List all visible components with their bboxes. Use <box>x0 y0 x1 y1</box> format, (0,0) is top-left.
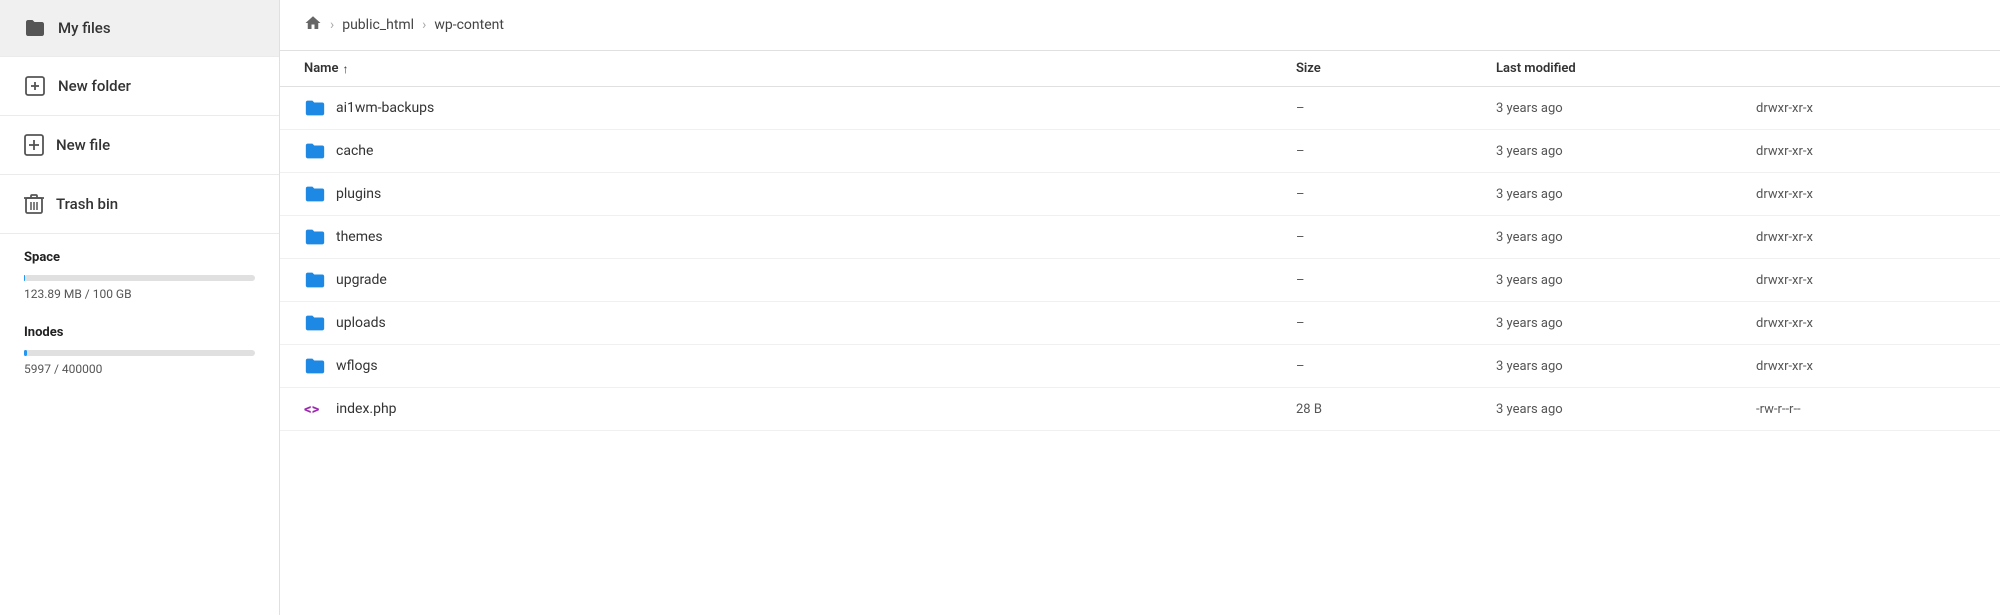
file-name-cell: <> index.php <box>304 398 1296 420</box>
sidebar-item-new-folder[interactable]: New folder <box>0 57 279 116</box>
file-table: Name ↑ Size Last modified ai1wm-backups … <box>280 51 2000 615</box>
breadcrumb-wp-content[interactable]: wp-content <box>434 17 504 33</box>
space-progress-bg <box>24 275 255 281</box>
file-name: index.php <box>336 401 397 417</box>
file-size: – <box>1296 359 1496 374</box>
file-name: themes <box>336 229 383 245</box>
file-size: – <box>1296 273 1496 288</box>
file-size: – <box>1296 187 1496 202</box>
space-label: Space <box>24 250 255 265</box>
file-size: 28 B <box>1296 402 1496 417</box>
sidebar-item-new-file-label: New file <box>56 136 110 154</box>
file-name: cache <box>336 143 373 159</box>
main-content: › public_html › wp-content Name ↑ Size L… <box>280 0 2000 615</box>
space-used-text: 123.89 MB / 100 GB <box>24 287 255 301</box>
col-header-name[interactable]: Name ↑ <box>304 61 1296 76</box>
file-name: wflogs <box>336 358 378 374</box>
file-name: upgrade <box>336 272 387 288</box>
file-perms: drwxr-xr-x <box>1756 187 1976 202</box>
sidebar-item-my-files[interactable]: My files <box>0 0 279 57</box>
file-name-cell: upgrade <box>304 269 1296 291</box>
breadcrumb-sep-1: › <box>330 17 334 33</box>
file-name: ai1wm-backups <box>336 100 434 116</box>
folder-icon <box>304 269 326 291</box>
file-perms: drwxr-xr-x <box>1756 359 1976 374</box>
inodes-label: Inodes <box>24 325 255 340</box>
table-body: ai1wm-backups – 3 years ago drwxr-xr-x c… <box>280 87 2000 431</box>
folder-icon <box>304 312 326 334</box>
file-name-cell: themes <box>304 226 1296 248</box>
file-name-cell: uploads <box>304 312 1296 334</box>
new-folder-icon <box>24 75 46 97</box>
file-modified: 3 years ago <box>1496 187 1756 202</box>
trash-icon <box>24 193 44 215</box>
file-perms: drwxr-xr-x <box>1756 273 1976 288</box>
file-perms: drwxr-xr-x <box>1756 230 1976 245</box>
table-row[interactable]: themes – 3 years ago drwxr-xr-x <box>280 216 2000 259</box>
file-perms: drwxr-xr-x <box>1756 144 1976 159</box>
new-file-icon <box>24 134 44 156</box>
col-header-modified[interactable]: Last modified <box>1496 61 1756 76</box>
table-row[interactable]: uploads – 3 years ago drwxr-xr-x <box>280 302 2000 345</box>
table-row[interactable]: plugins – 3 years ago drwxr-xr-x <box>280 173 2000 216</box>
sidebar-item-my-files-label: My files <box>58 19 111 37</box>
table-row[interactable]: <> index.php 28 B 3 years ago -rw-r--r-- <box>280 388 2000 431</box>
file-name-cell: wflogs <box>304 355 1296 377</box>
col-header-perms <box>1756 61 1976 76</box>
file-name-cell: cache <box>304 140 1296 162</box>
file-perms: -rw-r--r-- <box>1756 402 1976 417</box>
file-size: – <box>1296 101 1496 116</box>
file-size: – <box>1296 316 1496 331</box>
folder-icon <box>304 226 326 248</box>
sidebar-item-trash-bin[interactable]: Trash bin <box>0 175 279 234</box>
col-header-size[interactable]: Size <box>1296 61 1496 76</box>
breadcrumb-sep-2: › <box>422 17 426 33</box>
inodes-used-text: 5997 / 400000 <box>24 362 255 376</box>
file-size: – <box>1296 230 1496 245</box>
table-row[interactable]: ai1wm-backups – 3 years ago drwxr-xr-x <box>280 87 2000 130</box>
sidebar-item-trash-bin-label: Trash bin <box>56 195 118 213</box>
breadcrumb: › public_html › wp-content <box>280 0 2000 51</box>
file-size: – <box>1296 144 1496 159</box>
folder-icon <box>304 97 326 119</box>
file-name: uploads <box>336 315 386 331</box>
file-modified: 3 years ago <box>1496 359 1756 374</box>
folder-icon <box>304 183 326 205</box>
file-modified: 3 years ago <box>1496 144 1756 159</box>
file-perms: drwxr-xr-x <box>1756 101 1976 116</box>
table-row[interactable]: wflogs – 3 years ago drwxr-xr-x <box>280 345 2000 388</box>
sort-arrow-icon: ↑ <box>342 62 348 76</box>
folder-icon <box>304 355 326 377</box>
folder-icon <box>24 18 46 38</box>
inodes-section: Inodes 5997 / 400000 <box>0 309 279 384</box>
file-modified: 3 years ago <box>1496 230 1756 245</box>
inodes-progress-fill <box>24 350 27 356</box>
home-icon[interactable] <box>304 14 322 36</box>
space-section: Space 123.89 MB / 100 GB <box>0 234 279 309</box>
table-header: Name ↑ Size Last modified <box>280 51 2000 87</box>
file-modified: 3 years ago <box>1496 101 1756 116</box>
breadcrumb-public-html[interactable]: public_html <box>342 17 414 33</box>
table-row[interactable]: upgrade – 3 years ago drwxr-xr-x <box>280 259 2000 302</box>
folder-icon <box>304 140 326 162</box>
file-modified: 3 years ago <box>1496 316 1756 331</box>
sidebar: My files New folder New file <box>0 0 280 615</box>
file-perms: drwxr-xr-x <box>1756 316 1976 331</box>
file-name-cell: plugins <box>304 183 1296 205</box>
file-name-cell: ai1wm-backups <box>304 97 1296 119</box>
inodes-progress-bg <box>24 350 255 356</box>
code-file-icon: <> <box>304 398 326 420</box>
sidebar-item-new-folder-label: New folder <box>58 77 131 95</box>
file-modified: 3 years ago <box>1496 273 1756 288</box>
sidebar-item-new-file[interactable]: New file <box>0 116 279 175</box>
table-row[interactable]: cache – 3 years ago drwxr-xr-x <box>280 130 2000 173</box>
file-modified: 3 years ago <box>1496 402 1756 417</box>
file-name: plugins <box>336 186 381 202</box>
